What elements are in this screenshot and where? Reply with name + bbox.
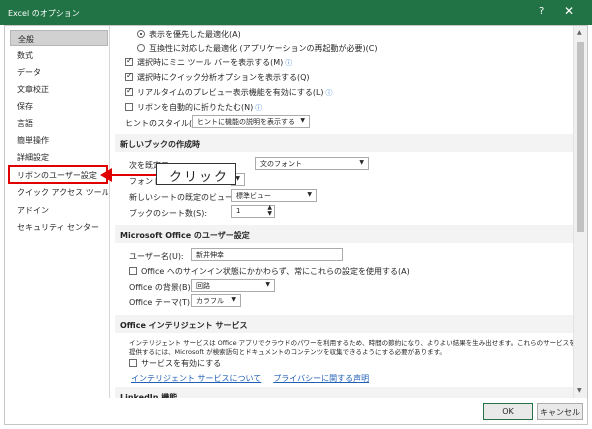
username-value: 新井伸幸 [196, 251, 224, 259]
live-preview-checkbox[interactable]: リアルタイムのプレビュー表示機能を有効にする(L)ⓘ [125, 86, 333, 99]
quick-analysis-label: 選択時にクイック分析オプションを表示する(Q) [137, 73, 310, 82]
checkbox-icon [129, 359, 137, 367]
sidebar-item-quick-access-toolbar[interactable]: クイック アクセス ツール バー [10, 184, 108, 200]
callout-arrow [103, 174, 156, 176]
office-background-label: Office の背景(B): [129, 283, 194, 292]
enable-services-checkbox[interactable]: サービスを有効にする [129, 358, 221, 370]
chevron-down-icon: ▼ [307, 191, 312, 198]
chevron-down-icon: ▼ [231, 296, 236, 303]
help-icon[interactable]: ? [539, 6, 544, 17]
section-linkedin: LinkedIn 機能 [115, 387, 573, 398]
checkbox-icon [129, 267, 137, 275]
chevron-down-icon: ▼ [265, 281, 270, 288]
scroll-thumb[interactable] [577, 42, 584, 232]
default-font-value: 文のフォント [260, 160, 302, 168]
checkbox-checked-icon [125, 86, 133, 96]
sidebar-item-accessibility[interactable]: 簡単操作 [10, 132, 108, 148]
collapse-ribbon-checkbox[interactable]: リボンを自動的に折りたたむ(N) ⓘ [125, 102, 262, 114]
chevron-down-icon: ▼ [300, 117, 305, 124]
section-new-workbook: 新しいブックの作成時 [115, 134, 573, 152]
office-background-select[interactable]: 回路 ▼ [191, 279, 275, 292]
privacy-statement-link[interactable]: プライバシーに関する声明 [273, 374, 369, 383]
checkbox-checked-icon [125, 71, 133, 81]
screentip-select[interactable]: ヒントに機能の説明を表示する ▼ [192, 115, 310, 128]
sidebar-item-proofing[interactable]: 文章校正 [10, 81, 108, 97]
sidebar-item-customize-ribbon[interactable]: リボンのユーザー設定 [8, 165, 108, 184]
quick-analysis-checkbox[interactable]: 選択時にクイック分析オプションを表示する(Q) [125, 71, 310, 84]
sidebar: 全般 数式 データ 文章校正 保存 言語 簡単操作 詳細設定 リボンのユーザー設… [5, 26, 109, 398]
sheet-count-value: 1 [236, 207, 241, 215]
chevron-down-icon: ▼ [359, 159, 364, 166]
info-icon[interactable]: ⓘ [255, 104, 262, 112]
sidebar-item-addins[interactable]: アドイン [10, 202, 108, 218]
username-input[interactable]: 新井伸幸 [191, 248, 343, 261]
close-icon[interactable]: ✕ [564, 4, 574, 18]
collapse-ribbon-label: リボンを自動的に折りたたむ(N) [137, 103, 254, 112]
spinner-arrows-icon[interactable]: ▲ ▼ [267, 205, 272, 217]
office-background-value: 回路 [196, 282, 210, 290]
radio-compat-optimize-label: 互換性に対応した最適化 (アプリケーションの再起動が必要)(C) [149, 44, 378, 53]
radio-display-optimize-label: 表示を優先した最適化(A) [149, 30, 241, 39]
options-content: 表示を優先した最適化(A) 互換性に対応した最適化 (アプリケーションの再起動が… [115, 26, 573, 398]
info-icon[interactable]: ⓘ [285, 59, 292, 67]
radio-display-optimize[interactable]: 表示を優先した最適化(A) [137, 29, 241, 41]
mini-toolbar-label: 選択時にミニ ツール バーを表示する(M) [137, 58, 284, 67]
radio-icon [137, 44, 145, 52]
click-callout: クリック [156, 163, 236, 185]
intelligent-links: インテリジェント サービスについて プライバシーに関する声明 [131, 373, 369, 385]
live-preview-label: リアルタイムのプレビュー表示機能を有効にする(L) [137, 88, 324, 97]
enable-services-label: サービスを有効にする [141, 359, 222, 368]
office-theme-value: カラフル [196, 297, 224, 305]
screentip-value: ヒントに機能の説明を表示する [197, 118, 295, 126]
intelligent-services-description-2: 提供するには、Microsoft が検索語句とドキュメントのコンテンツを収集でき… [129, 348, 446, 356]
ok-button[interactable]: OK [483, 403, 533, 420]
vertical-scrollbar[interactable]: ▲ ▼ [573, 26, 587, 398]
sidebar-divider [109, 26, 110, 398]
sidebar-item-language[interactable]: 言語 [10, 115, 108, 131]
username-label: ユーザー名(U): [129, 252, 184, 261]
sidebar-item-formulas[interactable]: 数式 [10, 47, 108, 63]
default-font-select[interactable]: 文のフォント ▼ [255, 157, 369, 170]
chevron-down-icon: ▼ [235, 175, 240, 182]
sidebar-item-general[interactable]: 全般 [10, 30, 108, 46]
default-view-value: 標準ビュー [236, 192, 271, 200]
sheet-count-label: ブックのシート数(S): [129, 209, 208, 218]
cancel-button[interactable]: キャンセル [537, 403, 583, 420]
window-title: Excel のオプション [8, 9, 80, 18]
radio-selected-icon [137, 30, 145, 38]
default-view-label: 新しいシートの既定のビュー(V): [129, 193, 248, 202]
checkbox-icon [125, 103, 133, 111]
office-theme-label: Office テーマ(T): [129, 298, 193, 307]
sidebar-item-advanced[interactable]: 詳細設定 [10, 149, 108, 165]
options-dialog: 全般 数式 データ 文章校正 保存 言語 簡単操作 詳細設定 リボンのユーザー設… [4, 25, 588, 425]
info-icon[interactable]: ⓘ [326, 89, 333, 97]
mini-toolbar-checkbox[interactable]: 選択時にミニ ツール バーを表示する(M)ⓘ [125, 56, 292, 69]
radio-compat-optimize[interactable]: 互換性に対応した最適化 (アプリケーションの再起動が必要)(C) [137, 43, 377, 55]
sheet-count-spinner[interactable]: 1 ▲ ▼ [231, 205, 275, 218]
section-user-settings: Microsoft Office のユーザー設定 [115, 225, 573, 243]
office-theme-select[interactable]: カラフル ▼ [191, 294, 241, 307]
about-intelligent-services-link[interactable]: インテリジェント サービスについて [131, 374, 261, 383]
always-use-checkbox[interactable]: Office へのサインイン状態にかかわらず、常にこれらの設定を使用する(A) [129, 266, 410, 278]
sidebar-item-trust-center[interactable]: セキュリティ センター [10, 219, 108, 235]
default-view-select[interactable]: 標準ビュー ▼ [231, 189, 317, 202]
section-intelligent-services: Office インテリジェント サービス [115, 315, 573, 333]
scroll-down-icon[interactable]: ▼ [577, 387, 582, 394]
always-use-label: Office へのサインイン状態にかかわらず、常にこれらの設定を使用する(A) [141, 267, 410, 276]
sidebar-item-data[interactable]: データ [10, 64, 108, 80]
scroll-up-icon[interactable]: ▲ [577, 29, 582, 36]
checkbox-checked-icon [125, 56, 133, 66]
title-bar: Excel のオプション ? ✕ [0, 0, 592, 25]
sidebar-item-save[interactable]: 保存 [10, 98, 108, 114]
